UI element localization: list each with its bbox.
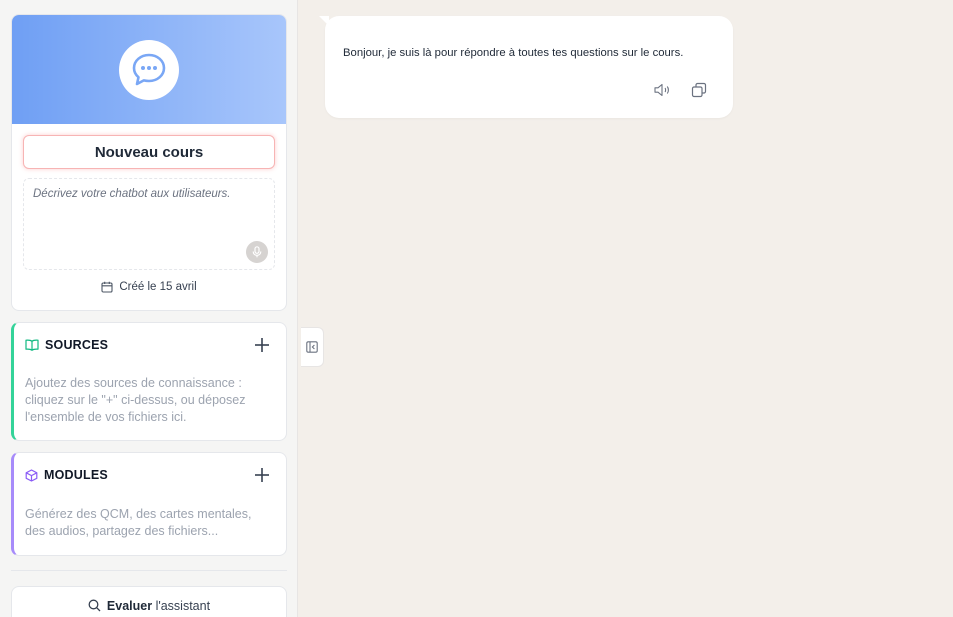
sidebar-collapse-icon [306, 341, 318, 353]
modules-hint: Générez des QCM, des cartes mentales, de… [25, 507, 252, 538]
sources-title: SOURCES [45, 338, 109, 352]
modules-panel[interactable]: MODULES Générez des QCM, des cartes ment… [11, 452, 287, 556]
calendar-icon [101, 281, 113, 293]
message-actions [653, 80, 709, 100]
plus-icon [255, 338, 269, 352]
project-card: Nouveau cours Décrivez votre chatbot aux… [11, 14, 287, 311]
description-input[interactable]: Décrivez votre chatbot aux utilisateurs. [23, 178, 275, 270]
collapse-sidebar-button[interactable] [301, 327, 324, 367]
copy-icon [691, 82, 707, 98]
read-aloud-button[interactable] [653, 80, 673, 100]
course-title-text: Nouveau cours [94, 143, 204, 161]
modules-header: MODULES [25, 468, 108, 482]
plus-icon [255, 468, 269, 482]
created-date-text: Créé le 15 avril [119, 281, 197, 293]
evaluate-label: Evaluer l'assistant [107, 599, 210, 613]
sources-header: SOURCES [25, 338, 108, 352]
sidebar: Nouveau cours Décrivez votre chatbot aux… [0, 0, 298, 617]
evaluate-label-rest: l'assistant [152, 599, 211, 613]
modules-title: MODULES [44, 468, 108, 482]
microphone-icon[interactable] [246, 241, 268, 263]
speaker-icon [654, 83, 669, 97]
add-source-button[interactable] [252, 335, 272, 355]
search-icon [88, 599, 101, 612]
course-title-input[interactable]: Nouveau cours [23, 135, 275, 169]
assistant-message-text: Bonjour, je suis là pour répondre à tout… [343, 47, 684, 59]
project-hero [12, 15, 286, 124]
evaluate-assistant-button[interactable]: Evaluer l'assistant [11, 586, 287, 617]
evaluate-label-bold: Evaluer [106, 599, 153, 613]
sources-panel[interactable]: SOURCES Ajoutez des sources de connaissa… [11, 322, 287, 441]
chat-bubble-icon[interactable] [119, 39, 179, 100]
sources-hint: Ajoutez des sources de connaissance : cl… [25, 376, 246, 424]
description-placeholder: Décrivez votre chatbot aux utilisateurs. [33, 188, 231, 200]
assistant-message: Bonjour, je suis là pour répondre à tout… [319, 16, 733, 118]
sidebar-divider [11, 570, 287, 571]
copy-message-button[interactable] [689, 80, 709, 100]
app-root: Nouveau cours Décrivez votre chatbot aux… [0, 0, 953, 617]
created-date: Créé le 15 avril [12, 281, 286, 293]
add-module-button[interactable] [252, 465, 272, 485]
cube-icon [25, 468, 38, 482]
book-open-icon [25, 339, 39, 351]
